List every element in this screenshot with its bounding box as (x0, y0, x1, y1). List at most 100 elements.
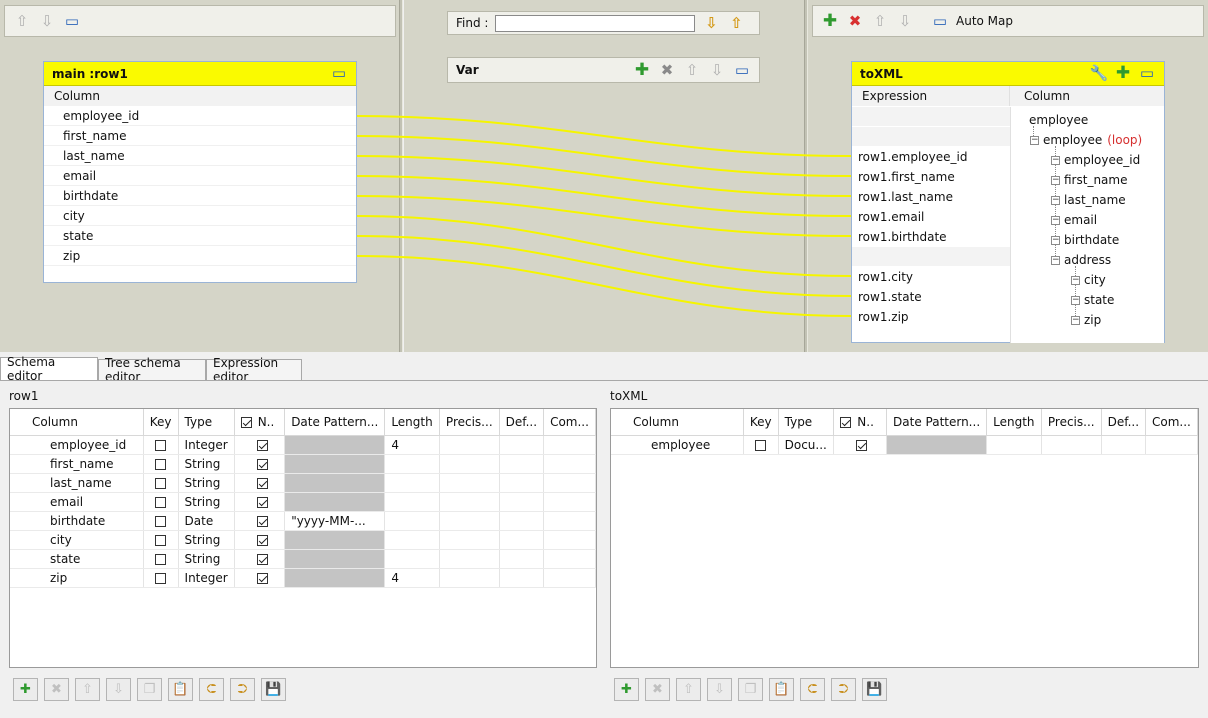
tree-node-city[interactable]: − city (1071, 270, 1106, 290)
comment-cell[interactable] (543, 530, 596, 550)
date-pattern-cell[interactable] (284, 473, 386, 493)
date-pattern-cell[interactable] (284, 492, 386, 512)
key-cell[interactable] (143, 511, 179, 531)
move-down-icon[interactable]: ⇩ (708, 61, 726, 79)
nullable-checkbox[interactable] (256, 515, 268, 527)
column-header[interactable]: Length (384, 409, 440, 436)
remove-row-button[interactable]: ✖ (44, 678, 69, 701)
table-row[interactable]: email String (10, 492, 596, 512)
default-cell[interactable] (499, 568, 545, 588)
copy-button[interactable]: ❐ (137, 678, 162, 701)
nullable-cell[interactable] (234, 473, 286, 493)
nullable-cell[interactable] (234, 492, 286, 512)
default-cell[interactable] (499, 530, 545, 550)
key-cell[interactable] (143, 568, 179, 588)
key-cell[interactable] (143, 530, 179, 550)
key-checkbox[interactable] (154, 534, 166, 546)
default-cell[interactable] (499, 473, 545, 493)
nullable-cell[interactable] (833, 435, 888, 455)
move-up-icon[interactable]: ⇧ (871, 12, 889, 30)
input-column-row[interactable]: zip (44, 246, 356, 266)
length-cell[interactable] (384, 549, 440, 569)
expression-cell[interactable] (852, 247, 1010, 267)
find-input[interactable] (495, 14, 696, 32)
length-cell[interactable] (384, 492, 440, 512)
import-schema-button[interactable]: ⮈ (199, 678, 224, 701)
input-column-row[interactable]: last_name (44, 146, 356, 166)
collapse-icon[interactable]: − (1051, 215, 1060, 225)
type-cell[interactable]: String (178, 473, 235, 493)
type-cell[interactable]: String (178, 454, 235, 474)
column-header[interactable]: Def... (499, 409, 545, 436)
input-column-row[interactable]: first_name (44, 126, 356, 146)
tree-node-email[interactable]: − email (1051, 210, 1097, 230)
add-output-icon[interactable]: ✚ (821, 12, 839, 30)
date-pattern-cell[interactable] (284, 549, 386, 569)
key-checkbox[interactable] (154, 458, 166, 470)
column-header[interactable]: Com... (1145, 409, 1198, 436)
auto-map-button[interactable]: Auto Map (956, 14, 1013, 28)
precision-cell[interactable] (439, 473, 500, 493)
nullable-checkbox[interactable] (256, 496, 268, 508)
length-cell[interactable]: 4 (384, 435, 440, 455)
comment-cell[interactable] (543, 435, 596, 455)
add-row-button[interactable]: ✚ (614, 678, 639, 701)
expression-cell[interactable]: row1.city (852, 267, 1010, 287)
length-cell[interactable] (384, 473, 440, 493)
column-header[interactable]: Key (143, 409, 179, 436)
input-column-row[interactable]: city (44, 206, 356, 226)
input-column-row[interactable]: employee_id (44, 106, 356, 126)
column-header[interactable]: Length (986, 409, 1042, 436)
column-header[interactable]: Precis... (1041, 409, 1102, 436)
type-cell[interactable]: Date (178, 511, 235, 531)
column-name-cell[interactable]: first_name (10, 454, 144, 474)
nullable-cell[interactable] (234, 568, 286, 588)
column-header[interactable]: Type (178, 409, 235, 436)
tree-node-state[interactable]: − state (1071, 290, 1114, 310)
collapse-icon[interactable]: − (1071, 315, 1080, 325)
collapse-icon[interactable]: − (1051, 255, 1060, 265)
tree-node-birthdate[interactable]: − birthdate (1051, 230, 1119, 250)
tab-schema-editor[interactable]: Schema editor (0, 355, 98, 383)
expression-cell[interactable]: row1.email (852, 207, 1010, 227)
length-cell[interactable] (384, 454, 440, 474)
remove-icon[interactable]: ✖ (658, 61, 676, 79)
comment-cell[interactable] (543, 511, 596, 531)
tree-node-last-name[interactable]: − last_name (1051, 190, 1126, 210)
precision-cell[interactable] (439, 435, 500, 455)
minimize-icon[interactable]: ▭ (330, 65, 348, 83)
move-up-icon[interactable]: ⇧ (683, 61, 701, 79)
default-cell[interactable] (499, 435, 545, 455)
expression-cell[interactable]: row1.last_name (852, 187, 1010, 207)
input-column-row[interactable]: birthdate (44, 186, 356, 206)
collapse-icon[interactable]: − (1051, 155, 1060, 165)
key-checkbox[interactable] (154, 496, 166, 508)
wrench-icon[interactable]: 🔧 (1090, 65, 1109, 83)
find-previous-icon[interactable]: ⇧ (727, 14, 745, 32)
key-cell[interactable] (143, 549, 179, 569)
column-name-cell[interactable]: employee (611, 435, 744, 455)
column-header[interactable]: Date Pattern... (284, 409, 386, 436)
tree-node-root[interactable]: employee (1029, 110, 1088, 130)
key-checkbox[interactable] (154, 439, 166, 451)
tab-tree-schema-editor[interactable]: Tree schema editor (98, 356, 206, 384)
nullable-all-checkbox[interactable] (240, 416, 252, 428)
import-icon[interactable]: ✚ (1114, 65, 1132, 83)
input-column-row[interactable]: state (44, 226, 356, 246)
expression-cell[interactable]: row1.birthdate (852, 227, 1010, 247)
precision-cell[interactable] (1041, 435, 1102, 455)
key-checkbox[interactable] (754, 439, 766, 451)
table-row[interactable]: zip Integer 4 (10, 568, 596, 588)
type-cell[interactable]: Integer (178, 568, 235, 588)
expression-cell[interactable]: row1.state (852, 287, 1010, 307)
column-header[interactable]: Date Pattern... (886, 409, 988, 436)
key-checkbox[interactable] (154, 553, 166, 565)
date-pattern-cell[interactable]: "yyyy-MM-... (284, 511, 386, 531)
move-down-button[interactable]: ⇩ (707, 678, 732, 701)
nullable-checkbox[interactable] (256, 534, 268, 546)
collapse-icon[interactable]: − (1051, 195, 1060, 205)
length-cell[interactable] (384, 511, 440, 531)
key-checkbox[interactable] (154, 572, 166, 584)
import-schema-button[interactable]: ⮈ (800, 678, 825, 701)
tree-node-zip[interactable]: − zip (1071, 310, 1101, 330)
